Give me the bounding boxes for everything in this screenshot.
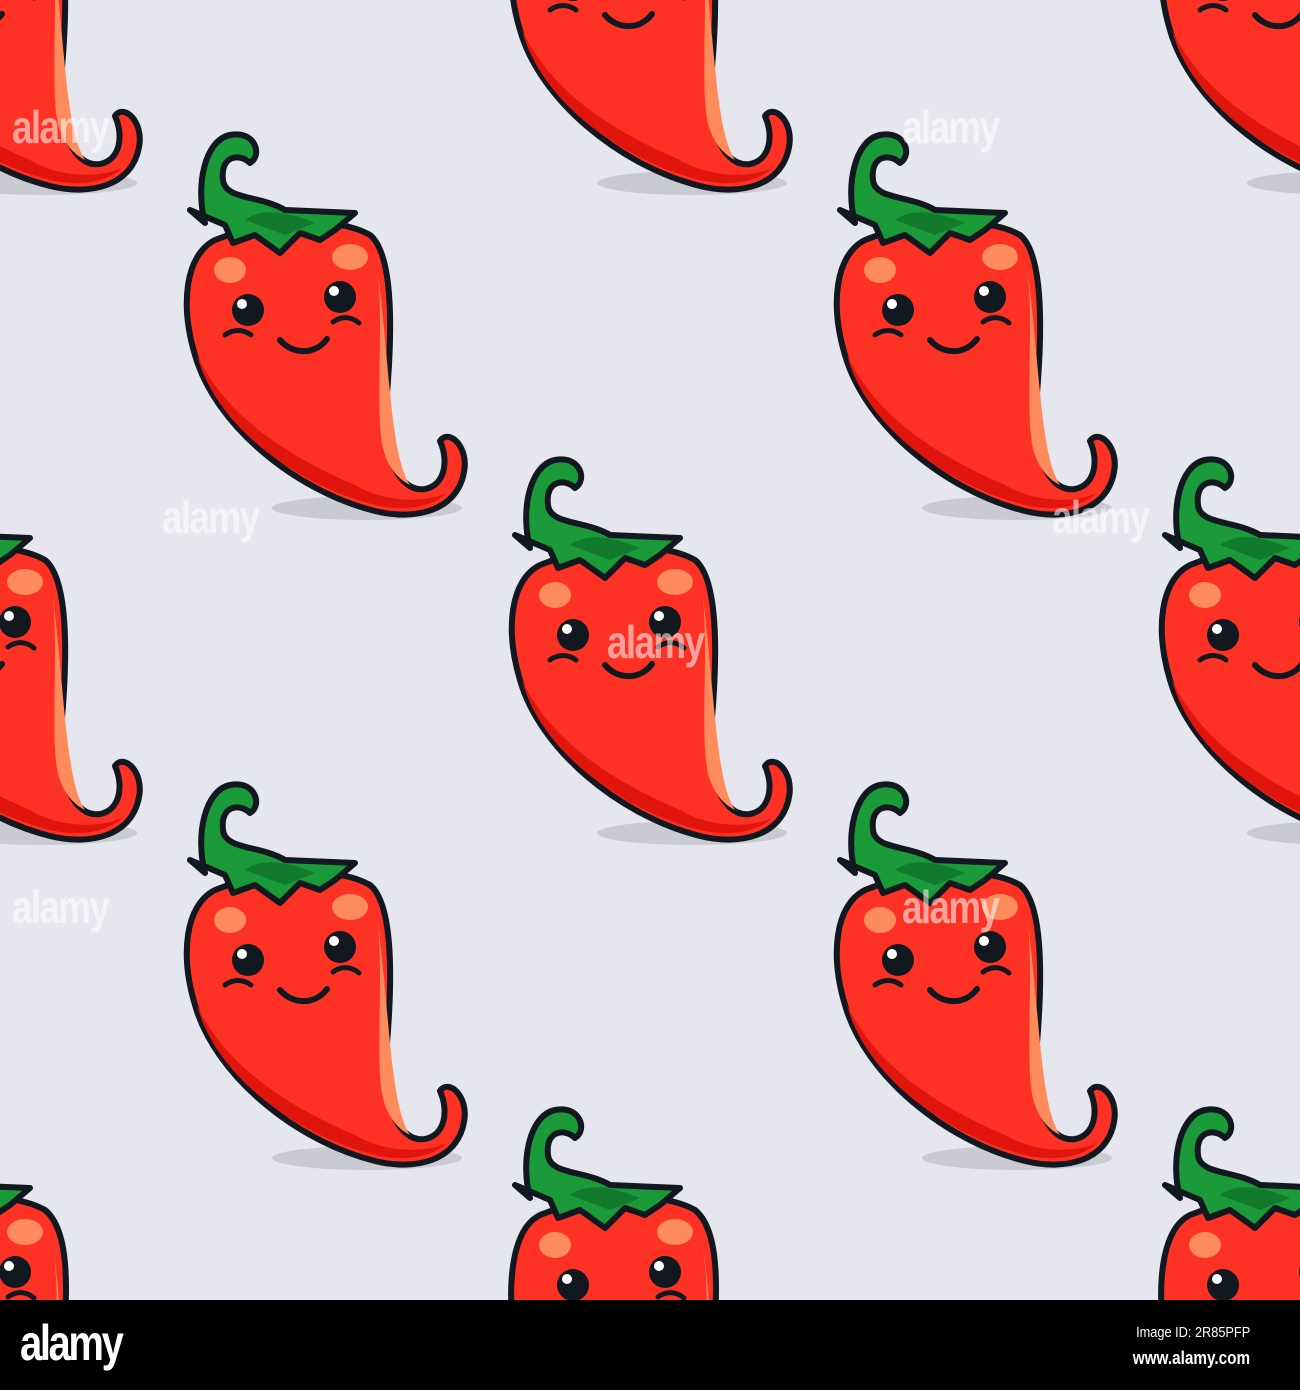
watermark: alamy — [1052, 491, 1150, 543]
watermark: alamy — [902, 881, 1000, 933]
pepper-illustration — [512, 0, 790, 195]
pepper-illustration — [837, 784, 1115, 1170]
pepper-illustration — [1162, 0, 1300, 195]
pepper-illustration — [187, 784, 465, 1170]
pepper-illustration — [0, 0, 140, 195]
site-url: www.alamy.com — [1132, 1348, 1250, 1368]
watermark: alamy — [607, 616, 705, 668]
alamy-logo: alamy — [20, 1315, 124, 1371]
pepper-illustration — [1161, 1109, 1300, 1300]
watermark: alamy — [902, 101, 1000, 153]
watermark: alamy — [12, 881, 110, 933]
pepper-illustration — [1162, 459, 1300, 845]
watermark: alamy — [162, 491, 260, 543]
stock-footer: alamy Image ID: 2R85PFP www.alamy.com — [0, 1300, 1300, 1390]
watermark: alamy — [12, 101, 110, 153]
pepper-illustration — [0, 459, 140, 845]
pepper-pattern: alamy alamy alamy alamy alamy alamy alam… — [0, 0, 1300, 1300]
image-id: Image ID: 2R85PFP — [1135, 1324, 1250, 1341]
pepper-illustration — [0, 1109, 66, 1300]
pepper-illustration — [837, 134, 1115, 520]
pepper-illustration — [511, 1109, 716, 1300]
pepper-illustration — [187, 134, 465, 520]
